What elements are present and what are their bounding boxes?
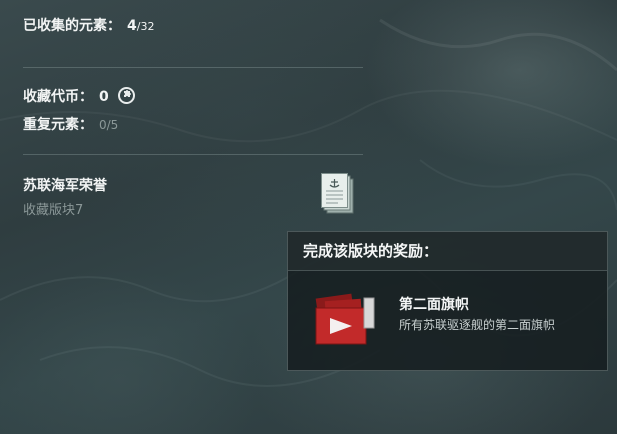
puzzle-coin-icon	[117, 87, 135, 104]
divider	[23, 67, 363, 68]
duplicate-elements-label: 重复元素：	[23, 117, 93, 133]
collection-coins-row: 收藏代币： 0	[23, 86, 135, 106]
collection-subtitle: 收藏版块7	[23, 203, 84, 218]
collected-count: 4	[127, 18, 137, 34]
collected-elements-row: 已收集的元素： 4/32	[23, 15, 154, 35]
reward-description: 所有苏联驱逐舰的第二面旗帜	[399, 318, 556, 332]
duplicate-elements-value: 0/5	[99, 118, 119, 132]
collected-elements-label: 已收集的元素：	[23, 18, 121, 34]
reward-name: 第二面旗帜	[399, 297, 469, 313]
flag-icon	[315, 293, 375, 345]
collection-coins-label: 收藏代币：	[23, 89, 93, 105]
document-icon[interactable]	[321, 173, 357, 217]
divider	[23, 154, 363, 155]
collection-coins-value: 0	[99, 89, 109, 105]
reward-header: 完成该版块的奖励：	[288, 232, 607, 271]
duplicate-elements-row: 重复元素： 0/5	[23, 114, 118, 134]
collection-title: 苏联海军荣誉	[23, 178, 107, 194]
reward-panel: 完成该版块的奖励： 第二面旗帜 所有苏联驱逐舰的第二面旗帜	[287, 231, 608, 371]
collected-total: /32	[136, 20, 155, 33]
